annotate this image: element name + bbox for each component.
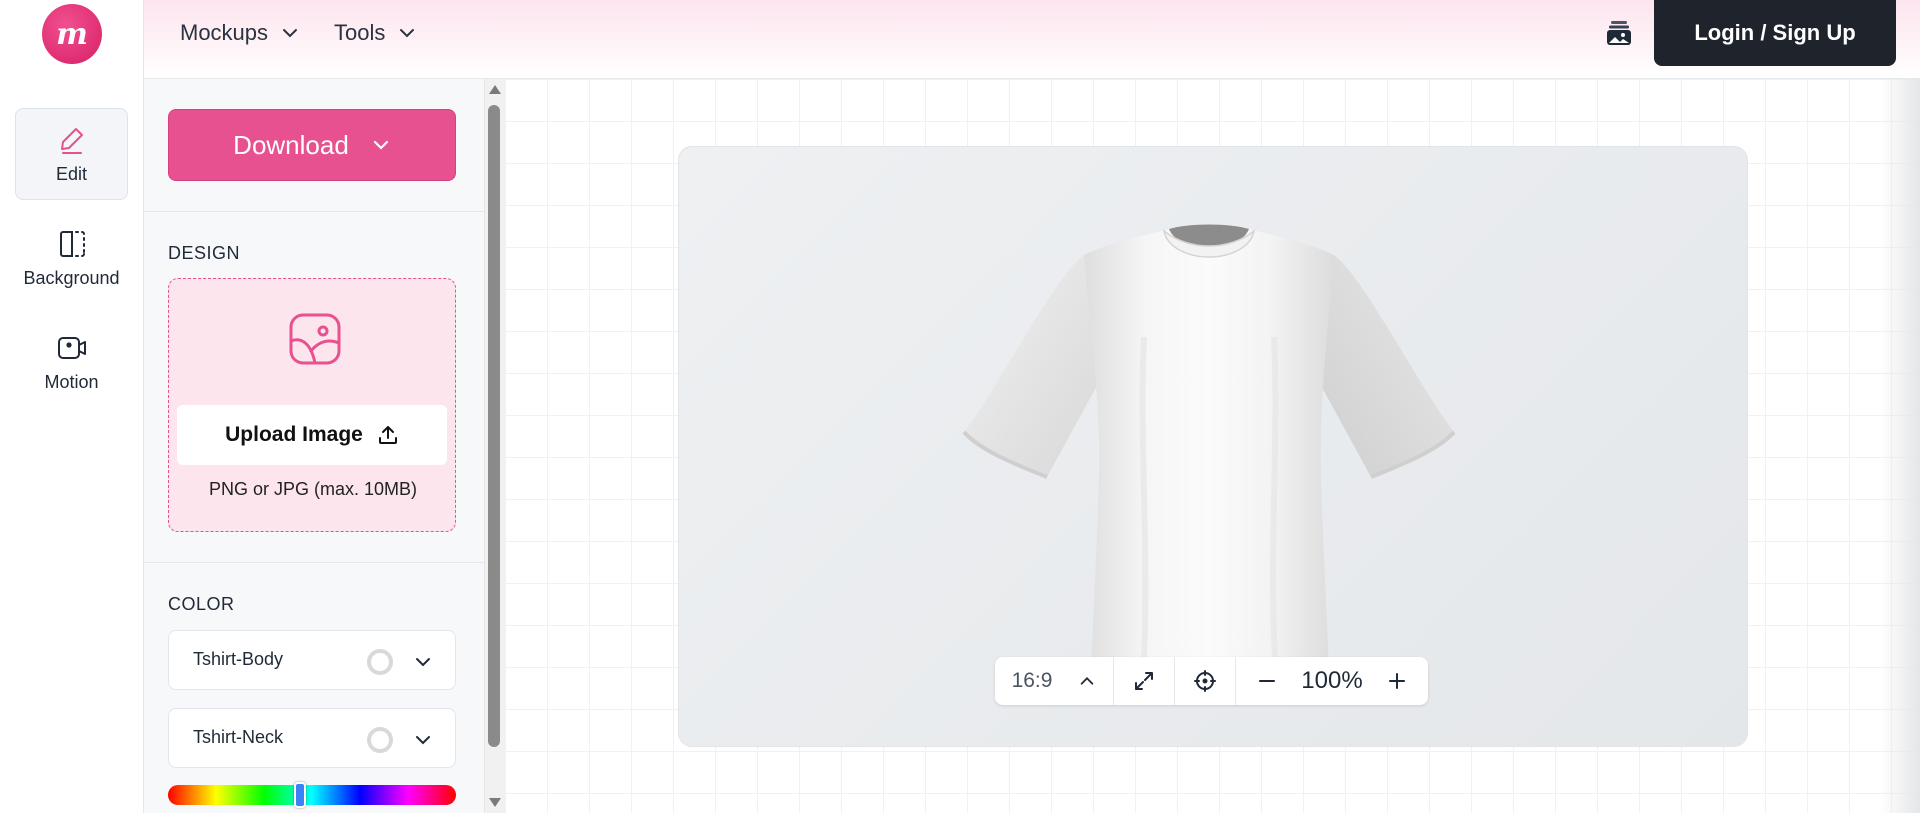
hue-slider-thumb[interactable]: [294, 782, 307, 808]
rail-item-label: Background: [23, 267, 120, 288]
rail-item-motion[interactable]: Motion: [15, 316, 128, 408]
nav-item-label: Tools: [334, 20, 386, 45]
image-icon: [289, 313, 341, 365]
rail-item-label: Edit: [55, 163, 88, 184]
center-view-button[interactable]: [1175, 657, 1236, 705]
nav-item-mockups[interactable]: Mockups: [180, 20, 300, 46]
divider: [144, 211, 484, 212]
login-signup-button[interactable]: Login / Sign Up: [1654, 0, 1896, 66]
pencil-icon: [60, 127, 83, 154]
gallery-icon[interactable]: [1604, 18, 1634, 48]
panel-scrollbar[interactable]: [485, 79, 505, 813]
divider: [144, 562, 484, 563]
rail-item-label: Motion: [44, 371, 99, 392]
color-part-label: Tshirt-Neck: [193, 727, 284, 747]
expand-icon: [1135, 672, 1153, 690]
camera-icon: [57, 336, 86, 359]
download-button[interactable]: Download: [168, 109, 456, 181]
upload-icon: [378, 426, 397, 444]
color-heading: COLOR: [168, 594, 235, 614]
scroll-up-arrow[interactable]: [489, 85, 501, 94]
color-select-tshirt-body[interactable]: Tshirt-Body: [168, 630, 456, 690]
chevron-down-icon: [416, 658, 430, 667]
rail-item-background[interactable]: Background: [15, 212, 128, 304]
design-heading: DESIGN: [168, 243, 241, 263]
editor-canvas: 16:9 100%: [505, 79, 1920, 813]
nav-item-label: Mockups: [180, 20, 269, 45]
crosshair-icon: [1194, 670, 1216, 692]
aspect-ratio-selector[interactable]: 16:9: [995, 657, 1114, 705]
chevron-down-icon: [373, 140, 388, 150]
scrollbar-thumb[interactable]: [488, 105, 500, 747]
mockup-stage[interactable]: 16:9 100%: [678, 146, 1748, 747]
upload-dropzone[interactable]: Upload Image PNG or JPG (max. 10MB): [168, 278, 456, 532]
zoom-control: 100%: [1236, 657, 1428, 705]
rail-item-edit[interactable]: Edit: [15, 108, 128, 200]
hue-slider[interactable]: [168, 782, 456, 808]
fullscreen-button[interactable]: [1114, 657, 1175, 705]
chevron-down-icon: [400, 29, 415, 38]
color-select-tshirt-neck[interactable]: Tshirt-Neck: [168, 708, 456, 768]
nav-item-tools[interactable]: Tools: [334, 20, 417, 46]
edit-panel: Download DESIGN Upload Image PNG or JPG …: [144, 79, 485, 813]
download-label: Download: [233, 129, 349, 160]
tshirt-mockup: [962, 224, 1456, 672]
color-swatch: [367, 649, 393, 675]
scroll-down-arrow[interactable]: [489, 798, 501, 807]
upload-hint: PNG or JPG (max. 10MB): [208, 479, 418, 499]
logo-text: m: [56, 16, 88, 52]
chevron-up-icon: [1081, 677, 1094, 685]
canvas-toolbar: 16:9 100%: [995, 657, 1428, 705]
color-part-label: Tshirt-Body: [193, 649, 284, 669]
zoom-level: 100%: [1301, 667, 1363, 694]
app-logo[interactable]: m: [42, 4, 102, 64]
edge-shadow: [1880, 79, 1920, 813]
background-icon: [59, 230, 85, 257]
top-header: Mockups Tools Login / Sign Up: [144, 0, 1920, 79]
left-rail: m Edit Background Motion: [0, 0, 144, 813]
upload-image-label: Upload Image: [225, 423, 363, 446]
aspect-ratio-value: 16:9: [1011, 669, 1053, 692]
upload-image-button[interactable]: Upload Image: [177, 405, 447, 465]
chevron-down-icon: [416, 736, 430, 745]
color-swatch: [367, 727, 393, 753]
zoom-out-icon[interactable]: [1256, 670, 1278, 692]
main-nav: Mockups Tools: [180, 0, 417, 66]
zoom-in-icon[interactable]: [1386, 670, 1408, 692]
chevron-down-icon: [283, 29, 298, 38]
